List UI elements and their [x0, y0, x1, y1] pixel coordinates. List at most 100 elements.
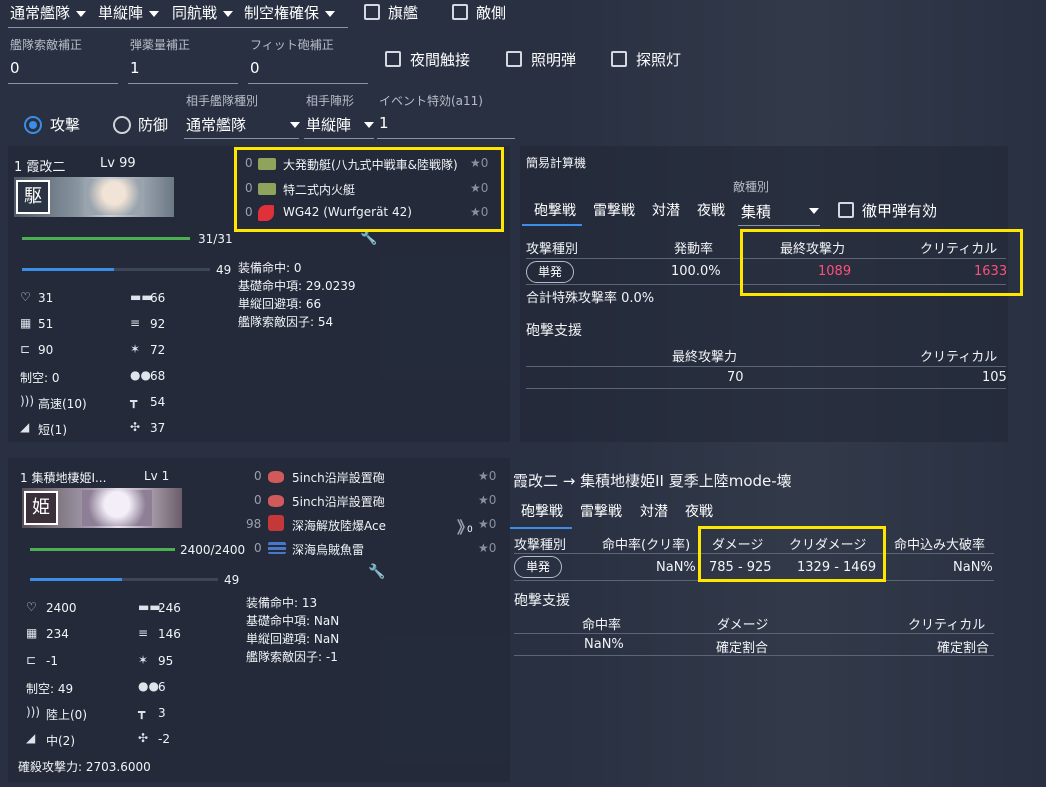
speed-icon: ))) [20, 394, 35, 408]
ship1-evasion: 単縦回避項: 66 [238, 297, 322, 311]
ship1-stat-aa: 72 [150, 343, 166, 357]
ap-shell-checkbox[interactable] [838, 202, 854, 218]
enemy-formation-select[interactable]: 単縦陣 [306, 114, 351, 135]
ship2-morale-bar [30, 578, 123, 581]
equipment-highlight [234, 147, 504, 232]
equip-name[interactable]: 深海烏賊魚雷 [292, 541, 364, 558]
input-underline [248, 83, 368, 84]
formation-select[interactable]: 単縦陣 [98, 2, 160, 23]
ship1-morale-bar [22, 268, 115, 271]
table-divider [514, 633, 994, 634]
ship2-stat-eva: -1 [46, 654, 58, 668]
ship2-stat-armor: 234 [46, 627, 69, 641]
equip-name[interactable]: 深海解放陸爆Ace [292, 517, 386, 534]
star-shell-checkbox[interactable] [506, 51, 522, 67]
damage-highlight [698, 526, 886, 582]
ship1-stat-hp: 31 [38, 291, 54, 305]
tab-asw[interactable]: 対潜 [652, 200, 680, 220]
proficiency-value: 0 [467, 525, 473, 535]
ship2-name[interactable]: 1 集積地棲姫I... [20, 469, 106, 486]
table-divider [514, 655, 994, 656]
tab-night[interactable]: 夜戦 [685, 501, 713, 521]
ship2-banner[interactable]: 姫 [22, 488, 182, 528]
input-underline [377, 138, 515, 139]
equip-name[interactable]: 5inch沿岸設置砲 [292, 493, 385, 510]
ship1-stat-asw: 68 [150, 369, 166, 383]
support-final-value: 70 [727, 370, 744, 385]
table-divider [526, 366, 1006, 367]
enemy-type-select[interactable]: 集積 [741, 201, 771, 222]
select-underline [738, 225, 820, 226]
support-critical-label: クリティカル [920, 350, 998, 365]
equip-slot-count: 0 [254, 469, 262, 483]
tab-asw[interactable]: 対潜 [640, 501, 668, 521]
support-critical-value: 105 [982, 370, 1007, 385]
fit-gun-input[interactable]: 0 [250, 59, 260, 77]
equip-slot-count: 0 [254, 541, 262, 555]
ship1-stat-speed: 高速(10) [38, 397, 87, 411]
enemy-side-label: 敵側 [476, 4, 507, 22]
abyssal-torpedo-icon [268, 542, 286, 554]
support-title: 砲撃支援 [514, 593, 570, 609]
support-hit-label: 命中率 [582, 618, 622, 633]
wrench-icon[interactable]: 🔧 [360, 230, 377, 246]
defense-radio[interactable] [113, 116, 131, 134]
ship1-name[interactable]: 1 霞改二 [14, 156, 65, 175]
special-attack-rate: 合計特殊攻撃率 0.0% [526, 291, 655, 306]
speed-icon: ))) [26, 705, 41, 719]
attack-type-chip[interactable]: 単発 [514, 556, 562, 578]
equip-improvement[interactable]: ★0 [478, 541, 496, 555]
chevron-down-icon [290, 122, 300, 128]
equip-improvement[interactable]: ★0 [478, 469, 496, 483]
flagship-checkbox[interactable] [364, 4, 380, 20]
ship2-hp-text: 2400/2400 [180, 543, 246, 557]
ship2-stat-range: 中(2) [46, 734, 75, 748]
chevron-down-icon [809, 208, 819, 214]
los-icon: ┳ [138, 705, 146, 719]
wrench-icon[interactable]: 🔧 [368, 564, 385, 580]
ship1-stat-armor: 51 [38, 317, 54, 331]
ammo-modifier-label: 弾薬量補正 [130, 38, 191, 52]
ship1-portrait [84, 179, 144, 215]
range-icon: ◢ [26, 731, 36, 745]
evasion-icon: ⊏ [26, 653, 37, 667]
equip-improvement[interactable]: ★0 [478, 517, 496, 531]
star-shell-label: 照明弾 [531, 51, 577, 69]
equip-name[interactable]: 5inch沿岸設置砲 [292, 469, 385, 486]
ship2-morale-text: 49 [224, 573, 240, 587]
ship1-banner[interactable]: 駆 [14, 177, 174, 217]
battle-type-select[interactable]: 同航戦 [172, 2, 234, 23]
equip-improvement[interactable]: ★0 [478, 493, 496, 507]
tab-shelling[interactable]: 砲撃戦 [534, 200, 576, 220]
searchlight-checkbox[interactable] [611, 51, 627, 67]
ship1-base-accuracy: 基礎命中項: 29.0239 [238, 279, 356, 293]
tab-night[interactable]: 夜戦 [697, 200, 725, 220]
tab-torpedo[interactable]: 雷撃戦 [580, 501, 622, 521]
ship2-base-accuracy: 基礎命中項: NaN [246, 614, 340, 628]
coastal-gun-icon [268, 495, 284, 507]
chevron-down-icon [76, 10, 87, 17]
fleet-type-select[interactable]: 通常艦隊 [10, 2, 87, 23]
enemy-fleet-type-select[interactable]: 通常艦隊 [186, 114, 246, 135]
attack-radio[interactable] [24, 116, 42, 134]
anti-air-icon: ✶ [130, 342, 141, 356]
armor-icon: ▦ [20, 316, 32, 330]
defense-label: 防御 [138, 116, 169, 134]
tab-shelling[interactable]: 砲撃戦 [521, 501, 563, 521]
support-hit-value: NaN% [584, 637, 624, 652]
attack-type-chip[interactable]: 単発 [526, 261, 574, 283]
enemy-side-checkbox[interactable] [452, 4, 468, 20]
tab-torpedo[interactable]: 雷撃戦 [593, 200, 635, 220]
ship1-stat-fp: 66 [150, 291, 166, 305]
input-underline [8, 83, 118, 84]
ammo-modifier-input[interactable]: 1 [130, 59, 140, 77]
support-critical-value: 確定割合 [937, 641, 990, 656]
installation-type-badge: 姫 [24, 491, 58, 525]
ship2-evasion: 単縦回避項: NaN [246, 632, 340, 646]
air-state-select[interactable]: 制空権確保 [244, 2, 336, 23]
coastal-gun-icon [268, 471, 284, 483]
support-critical-label: クリティカル [908, 618, 986, 633]
night-contact-checkbox[interactable] [385, 51, 401, 67]
event-bonus-input[interactable]: 1 [379, 114, 389, 132]
scout-modifier-input[interactable]: 0 [10, 59, 20, 77]
